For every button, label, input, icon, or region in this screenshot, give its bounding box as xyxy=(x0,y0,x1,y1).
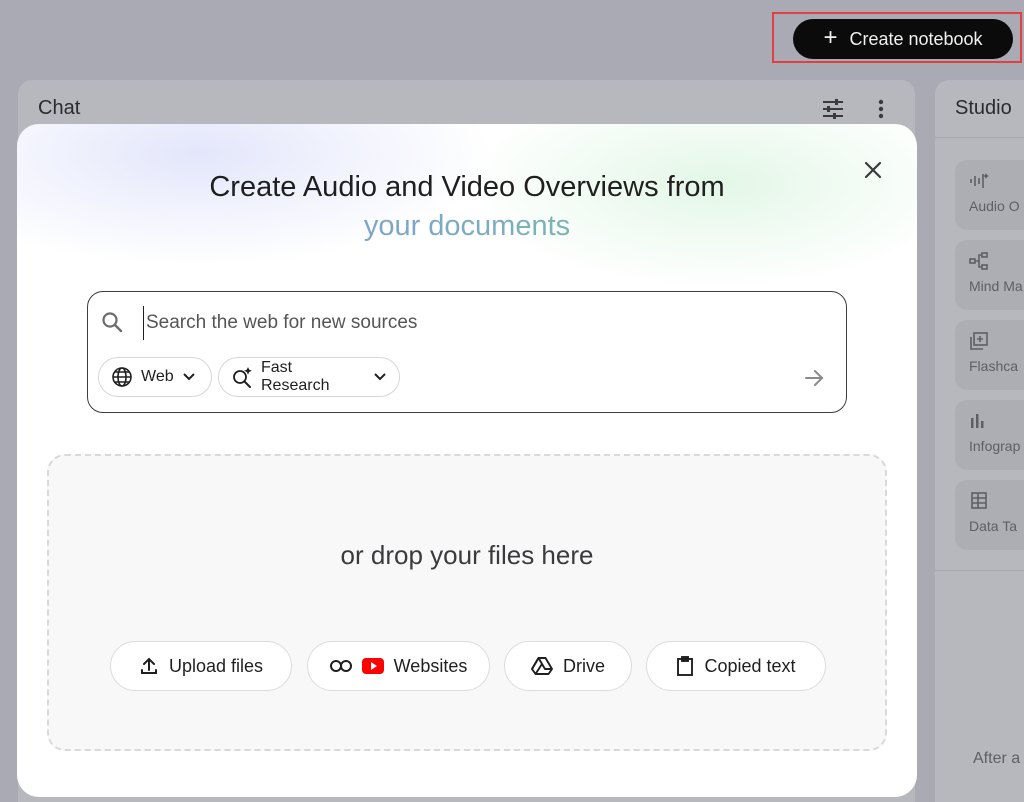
upload-icon xyxy=(140,657,157,674)
flashcards-icon xyxy=(969,330,1024,352)
studio-tile-label: Data Ta xyxy=(969,518,1017,534)
web-search-box: Web Fast Research xyxy=(87,291,847,413)
studio-tile-label: Mind Ma xyxy=(969,278,1023,294)
studio-panel: Studio Audio O Mind Ma Flashca Infograp … xyxy=(935,80,1024,802)
plus-icon: + xyxy=(823,24,838,51)
copied-text-button[interactable]: Copied text xyxy=(646,641,826,691)
create-notebook-label: Create notebook xyxy=(849,28,983,49)
data-table-icon xyxy=(969,490,1024,512)
studio-tile-infographic[interactable]: Infograp xyxy=(955,400,1024,470)
studio-tile-mind-map[interactable]: Mind Ma xyxy=(955,240,1024,310)
drive-label: Drive xyxy=(562,655,605,676)
search-submit-button[interactable] xyxy=(800,364,828,392)
link-icon xyxy=(329,660,352,672)
studio-tile-label: Flashca xyxy=(969,358,1019,374)
modal-subtitle: your documents xyxy=(17,207,917,245)
studio-tile-label: Infograp xyxy=(969,438,1021,454)
studio-tile-flashcards[interactable]: Flashca xyxy=(955,320,1024,390)
audio-waveform-icon xyxy=(969,170,1024,192)
websites-button[interactable]: Websites xyxy=(307,641,490,691)
upload-files-label: Upload files xyxy=(168,655,264,676)
upload-files-button[interactable]: Upload files xyxy=(110,641,292,691)
globe-icon xyxy=(112,367,132,387)
add-sources-modal: Create Audio and Video Overviews from yo… xyxy=(17,124,917,797)
chat-title: Chat xyxy=(38,97,81,119)
mind-map-icon xyxy=(969,250,1024,272)
copied-text-label: Copied text xyxy=(704,655,796,676)
source-type-dropdown[interactable]: Web xyxy=(98,357,212,397)
arrow-right-icon xyxy=(805,370,824,386)
modal-title: Create Audio and Video Overviews from xyxy=(209,171,725,203)
search-input[interactable] xyxy=(143,306,783,340)
studio-title: Studio xyxy=(935,80,1024,138)
research-mode-label: Fast Research xyxy=(261,359,330,394)
clipboard-icon xyxy=(677,656,694,676)
studio-tile-data-table[interactable]: Data Ta xyxy=(955,480,1024,550)
chat-tools xyxy=(819,95,895,123)
file-drop-zone[interactable]: or drop your files here Upload files Web… xyxy=(47,454,887,751)
studio-divider xyxy=(935,570,1024,571)
source-type-label: Web xyxy=(141,368,174,385)
chevron-down-icon xyxy=(374,373,386,381)
studio-tile-audio[interactable]: Audio O xyxy=(955,160,1024,230)
websites-label: Websites xyxy=(393,655,468,676)
research-mode-dropdown[interactable]: Fast Research xyxy=(218,357,400,397)
infographic-icon xyxy=(969,410,1024,432)
drop-zone-text: or drop your files here xyxy=(340,540,594,570)
studio-empty-text: After a xyxy=(973,750,1021,767)
drive-button[interactable]: Drive xyxy=(504,641,632,691)
search-icon xyxy=(100,310,124,334)
youtube-icon xyxy=(361,658,384,674)
more-vert-icon[interactable] xyxy=(867,95,895,123)
studio-tile-label: Audio O xyxy=(969,198,1020,214)
chevron-down-icon xyxy=(182,373,195,381)
create-notebook-button[interactable]: + Create notebook xyxy=(793,19,1013,59)
research-sparkle-icon xyxy=(233,367,252,388)
drive-icon xyxy=(531,657,553,675)
tune-settings-icon[interactable] xyxy=(819,95,847,123)
